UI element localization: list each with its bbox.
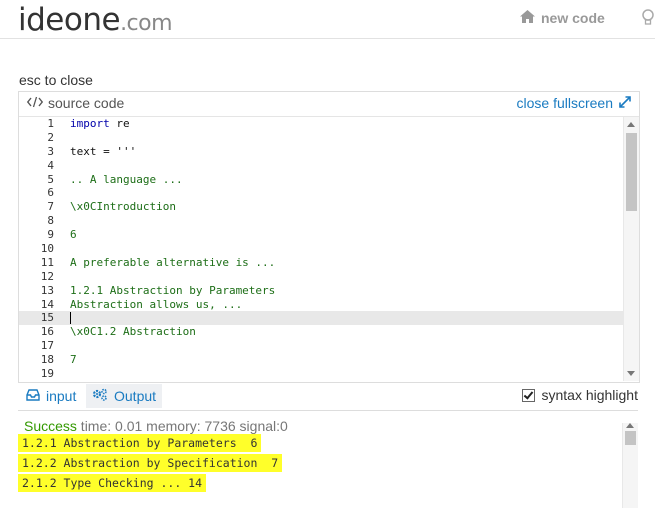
source-code-title: source code — [26, 95, 125, 111]
code-line-text: 6 — [70, 228, 77, 242]
code-line-text: text = ''' — [70, 144, 137, 158]
status-details: time: 0.01 memory: 7736 signal:0 — [76, 418, 288, 434]
code-line[interactable]: 2 — [19, 131, 623, 145]
code-line-text: .. A language ... — [70, 172, 183, 186]
line-number: 16 — [40, 325, 54, 339]
line-number: 14 — [40, 297, 54, 311]
output-line: 1.2.1 Abstraction by Parameters 6 — [18, 434, 262, 452]
expand-arrows-icon — [619, 95, 631, 111]
line-number: 15 — [40, 311, 54, 325]
code-line[interactable]: 6 — [19, 186, 623, 200]
line-number: 13 — [40, 283, 54, 297]
code-line-text: import re — [70, 117, 130, 130]
line-number: 1 — [47, 117, 54, 130]
syntax-highlight-toggle[interactable]: syntax highlight — [522, 387, 638, 403]
code-line-text: 7 — [70, 353, 77, 367]
code-line[interactable]: 17 — [19, 339, 623, 353]
code-line[interactable]: 4 — [19, 159, 623, 173]
close-fullscreen-label: close fullscreen — [516, 95, 614, 111]
output-scroll-thumb[interactable] — [625, 431, 636, 445]
tab-output-label: Output — [114, 388, 157, 404]
code-icon — [26, 95, 44, 111]
line-number: 5 — [47, 172, 54, 186]
line-number: 8 — [47, 214, 54, 228]
code-line[interactable]: 15 — [19, 311, 623, 326]
code-line[interactable]: 13 1.2.1 Abstraction by Parameters — [19, 284, 623, 298]
code-line[interactable]: 11 A preferable alternative is ... — [19, 256, 623, 270]
home-icon — [520, 10, 535, 26]
code-line[interactable]: 12 — [19, 270, 623, 284]
code-line[interactable]: 5 .. A language ... — [19, 173, 623, 187]
code-line[interactable]: 16 \x0C1.2 Abstraction — [19, 325, 623, 339]
inbox-icon — [26, 388, 40, 404]
code-line[interactable]: 14 Abstraction allows us, ... — [19, 298, 623, 312]
line-number: 10 — [40, 242, 54, 256]
code-line[interactable]: 96 — [19, 228, 623, 242]
code-line[interactable]: 1 import re — [19, 117, 623, 131]
line-number: 4 — [47, 158, 54, 172]
code-line-text: A preferable alternative is ... — [70, 255, 276, 269]
lightbulb-icon[interactable] — [641, 8, 655, 28]
editor-scrollbar[interactable] — [623, 117, 639, 381]
syntax-highlight-label: syntax highlight — [541, 387, 638, 403]
editor-scroll-thumb[interactable] — [626, 133, 637, 211]
syntax-highlight-checkbox[interactable] — [522, 388, 536, 402]
code-line[interactable]: 18 7 — [19, 353, 623, 367]
output-line: 1.2.2 Abstraction by Specification 7 — [18, 454, 283, 472]
line-number: 18 — [40, 353, 54, 367]
tab-input-label: input — [46, 388, 77, 404]
line-number: 17 — [40, 339, 54, 353]
line-number: 2 — [47, 130, 54, 144]
code-line[interactable]: 19 — [19, 367, 623, 381]
gears-icon — [92, 388, 108, 404]
code-line-text: \x0CIntroduction — [70, 200, 176, 214]
source-code-label: source code — [48, 95, 125, 111]
new-code-label: new code — [541, 10, 605, 26]
source-code-header: source code close fullscreen — [19, 92, 639, 117]
tab-output[interactable]: Output — [86, 384, 163, 408]
code-line[interactable]: 10 — [19, 242, 623, 256]
output-panel: Success time: 0.01 memory: 7736 signal:0… — [18, 410, 638, 508]
close-fullscreen-button[interactable]: close fullscreen — [517, 95, 632, 111]
text-cursor — [70, 312, 71, 325]
source-code-panel: source code close fullscreen 1 import re 2… — [18, 91, 640, 383]
run-status: Success time: 0.01 memory: 7736 signal:0 — [24, 418, 288, 434]
code-editor[interactable]: 1 import re 2 3 text = ''' 4 5 .. A language ..… — [19, 117, 623, 381]
code-line-text: \x0C1.2 Abstraction — [70, 325, 196, 339]
code-line[interactable]: 7 \x0CIntroduction — [19, 200, 623, 214]
line-number: 11 — [40, 255, 54, 269]
line-number: 6 — [47, 186, 54, 200]
output-line: 2.1.2 Type Checking ... 14 — [18, 474, 207, 492]
code-line[interactable]: 3 text = ''' — [19, 145, 623, 159]
esc-to-close-hint: esc to close — [19, 72, 93, 88]
code-line-text: Abstraction allows us, ... — [70, 297, 243, 311]
io-tabs: input Output syntax highlight — [18, 383, 638, 409]
scroll-up-arrow-icon[interactable] — [627, 122, 635, 127]
logo-domain: .com — [120, 11, 173, 36]
line-number: 7 — [47, 200, 54, 214]
top-bar: ideone.com new code — [0, 0, 655, 39]
line-number: 12 — [40, 269, 54, 283]
line-number: 19 — [40, 367, 54, 381]
line-number: 3 — [47, 144, 54, 158]
scroll-down-arrow-icon[interactable] — [627, 371, 635, 376]
output-scrollbar[interactable] — [622, 423, 638, 508]
code-line[interactable]: 8 — [19, 214, 623, 228]
code-line-text: 1.2.1 Abstraction by Parameters — [70, 283, 276, 297]
status-success: Success — [24, 418, 77, 434]
logo-main: ideone — [18, 2, 121, 38]
new-code-button[interactable]: new code — [520, 10, 605, 26]
tab-input[interactable]: input — [26, 384, 76, 408]
output-scroll-up-arrow-icon[interactable] — [626, 423, 634, 428]
line-number: 9 — [47, 228, 54, 242]
ideone-logo[interactable]: ideone.com — [18, 2, 173, 38]
